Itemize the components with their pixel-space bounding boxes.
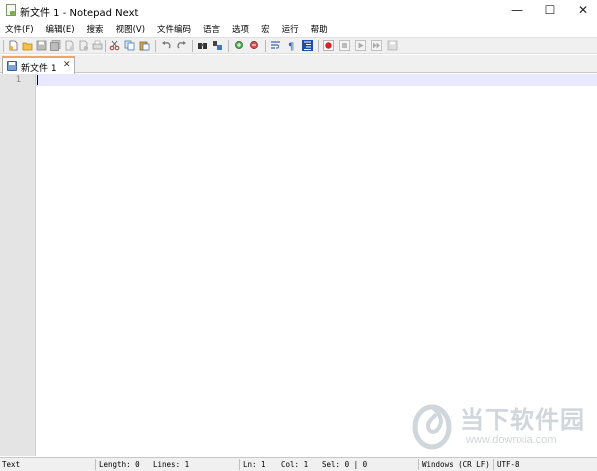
line-number: 1 — [15, 75, 21, 85]
status-sel: Sel: 0 | 0 — [322, 460, 368, 469]
status-length: Length: 0 — [99, 460, 140, 469]
toolbar-separator — [3, 40, 4, 52]
minimize-button[interactable]: — — [500, 0, 534, 20]
status-eol[interactable]: Windows (CR LF) — [422, 460, 490, 469]
watermark-title: 当下软件园 — [460, 406, 585, 434]
new-file-icon[interactable] — [8, 40, 19, 51]
redo-icon[interactable] — [176, 40, 187, 51]
macro-save-icon[interactable] — [387, 40, 398, 51]
zoom-out-icon[interactable] — [249, 40, 260, 51]
watermark: 当下软件园 www.downxia.com — [408, 398, 588, 454]
menu-settings[interactable]: 选项 — [226, 23, 255, 35]
zoom-in-icon[interactable] — [234, 40, 245, 51]
menu-edit[interactable]: 编辑(E) — [40, 23, 81, 35]
replace-icon[interactable] — [212, 40, 223, 51]
menu-language[interactable]: 语言 — [197, 23, 226, 35]
menu-help[interactable]: 帮助 — [305, 23, 334, 35]
app-icon — [6, 4, 16, 16]
cut-icon[interactable] — [109, 40, 120, 51]
macro-record-icon[interactable] — [323, 40, 334, 51]
menu-run[interactable]: 运行 — [276, 23, 305, 35]
line-number-gutter: 1 — [0, 74, 36, 456]
watermark-url: www.downxia.com — [466, 434, 557, 446]
save-status-icon — [7, 61, 17, 71]
toolbar-separator — [228, 40, 229, 52]
status-separator — [418, 459, 419, 470]
current-line-highlight — [36, 74, 597, 86]
macro-stop-icon[interactable] — [339, 40, 350, 51]
toolbar-separator — [155, 40, 156, 52]
menu-file[interactable]: 文件(F) — [0, 23, 40, 35]
menu-view[interactable]: 视图(V) — [110, 23, 151, 35]
print-icon[interactable] — [92, 40, 103, 51]
toolbar-separator — [318, 40, 319, 52]
save-icon[interactable] — [36, 40, 47, 51]
macro-play-icon[interactable] — [355, 40, 366, 51]
tab-new-file-1[interactable]: 新文件 1 ✕ — [2, 56, 75, 74]
watermark-logo-icon — [412, 404, 452, 450]
close-all-icon[interactable] — [78, 40, 89, 51]
status-language[interactable]: Text — [2, 460, 20, 469]
maximize-button[interactable]: ☐ — [533, 0, 567, 20]
status-encoding[interactable]: UTF-8 — [497, 460, 520, 469]
toolbar-separator — [265, 40, 266, 52]
menu-search[interactable]: 搜索 — [81, 23, 110, 35]
save-all-icon[interactable] — [50, 40, 61, 51]
svg-text:¶: ¶ — [288, 42, 294, 52]
window-title: 新文件 1 - Notepad Next — [20, 8, 139, 19]
tab-bar: 新文件 1 ✕ — [0, 55, 597, 74]
undo-icon[interactable] — [161, 40, 172, 51]
word-wrap-icon[interactable] — [270, 40, 281, 51]
status-bar: Text Length: 0 Lines: 1 Ln: 1 Col: 1 Sel… — [0, 457, 597, 471]
open-file-icon[interactable] — [22, 40, 33, 51]
menu-macro[interactable]: 宏 — [255, 23, 276, 35]
menu-encoding[interactable]: 文件编码 — [151, 23, 197, 35]
toolbar-separator — [105, 40, 106, 52]
indent-guide-icon[interactable] — [302, 40, 313, 51]
status-separator — [493, 459, 494, 470]
status-lines: Lines: 1 — [153, 460, 190, 469]
status-ln: Ln: 1 — [243, 460, 266, 469]
copy-icon[interactable] — [124, 40, 135, 51]
tab-label: 新文件 1 — [21, 64, 57, 74]
close-file-icon[interactable] — [64, 40, 75, 51]
status-separator — [239, 459, 240, 470]
show-all-characters-icon[interactable]: ¶ — [286, 40, 297, 52]
toolbar: ¶ — [0, 37, 597, 54]
tab-close-icon[interactable]: ✕ — [63, 60, 71, 70]
status-separator — [95, 459, 96, 470]
toolbar-separator — [192, 40, 193, 52]
menu-bar: 文件(F) 编辑(E) 搜索 视图(V) 文件编码 语言 选项 宏 运行 帮助 — [0, 20, 597, 37]
close-window-button[interactable]: ✕ — [566, 0, 597, 20]
status-col: Col: 1 — [281, 460, 309, 469]
text-caret — [37, 75, 38, 85]
macro-run-multiple-icon[interactable] — [371, 40, 382, 51]
find-icon[interactable] — [197, 40, 208, 51]
title-bar: 新文件 1 - Notepad Next — ☐ ✕ — [0, 0, 597, 20]
paste-icon[interactable] — [139, 40, 150, 51]
